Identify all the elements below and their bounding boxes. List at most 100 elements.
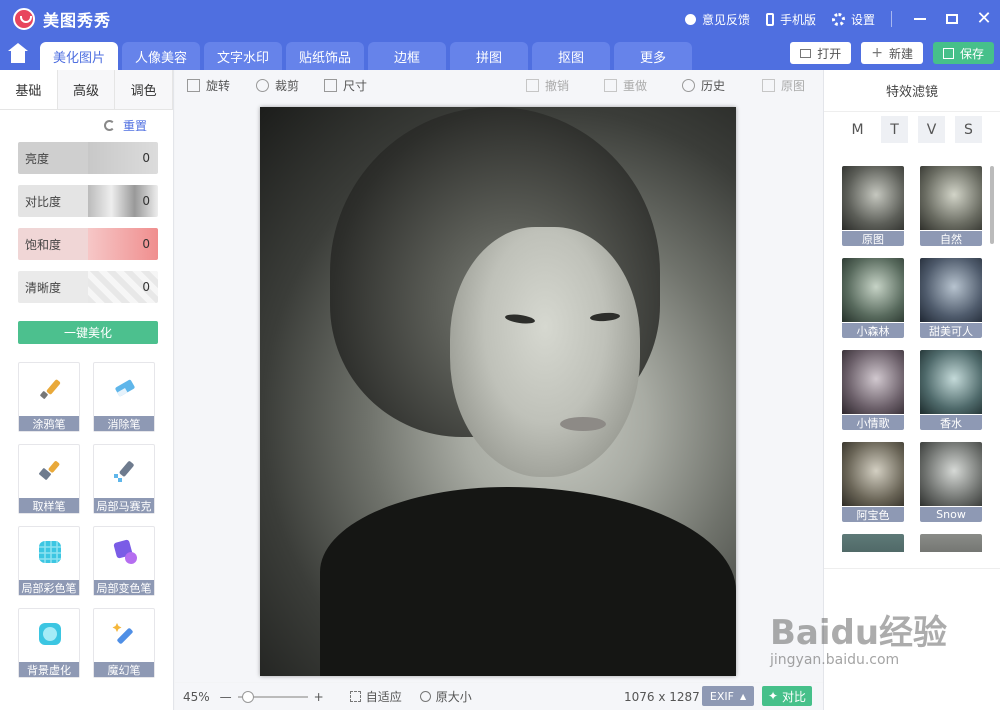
tab-more[interactable]: 更多: [614, 42, 692, 70]
eraser-pen-tool[interactable]: 消除笔: [93, 362, 155, 432]
settings-link[interactable]: 设置: [831, 11, 875, 28]
undo-button[interactable]: 撤销: [526, 77, 569, 94]
subtab-advanced[interactable]: 高级: [57, 70, 116, 109]
mobile-label: 手机版: [779, 12, 816, 27]
portrait-photo[interactable]: [260, 107, 736, 676]
brush-icon: [40, 379, 61, 399]
baidu-watermark: Baidu经验: [770, 613, 948, 653]
contrast-slider[interactable]: 对比度 0: [18, 185, 158, 217]
tab-frame[interactable]: 边框: [368, 42, 446, 70]
tab-portrait[interactable]: 人像美容: [122, 42, 200, 70]
sharpness-slider[interactable]: 清晰度 0: [18, 271, 158, 303]
zoom-in-button[interactable]: +: [314, 690, 324, 704]
slider-label: 饱和度: [18, 228, 88, 260]
doodle-pen-tool[interactable]: 涂鸦笔: [18, 362, 80, 432]
fit-label: 自适应: [365, 690, 402, 704]
local-mosaic-tool[interactable]: 局部马赛克: [93, 444, 155, 514]
zoom-out-button[interactable]: —: [220, 690, 232, 704]
filter-label: 小情歌: [842, 415, 904, 430]
home-button[interactable]: [0, 38, 36, 70]
close-button[interactable]: ✕: [968, 0, 1000, 38]
magnifier-icon: [419, 691, 431, 702]
filter-category-t[interactable]: T: [881, 116, 908, 143]
edit-toolbar: 旋转 裁剪 尺寸 撤销 重做 历史 原图: [175, 70, 823, 100]
home-icon: [8, 42, 28, 63]
resize-button[interactable]: 尺寸: [324, 77, 367, 94]
tab-text-watermark[interactable]: 文字水印: [204, 42, 282, 70]
original-button[interactable]: 原图: [762, 77, 805, 94]
sub-tab-bar: 基础 高级 调色: [0, 70, 174, 110]
gear-icon: [831, 12, 845, 26]
image-canvas[interactable]: [175, 100, 823, 682]
tab-collage[interactable]: 拼图: [450, 42, 528, 70]
open-label: 打开: [817, 46, 842, 61]
filter-list-scrollbar[interactable]: [990, 166, 994, 244]
compare-button[interactable]: ✦ 对比: [762, 686, 812, 706]
background-blur-tool[interactable]: 背景虚化: [18, 608, 80, 678]
saturation-slider[interactable]: 饱和度 0: [18, 228, 158, 260]
save-label: 保存: [959, 46, 984, 61]
filter-thumbnail: [842, 350, 904, 414]
color-block-icon: [39, 541, 61, 563]
tool-label: 取样笔: [19, 498, 79, 513]
sample-pen-tool[interactable]: 取样笔: [18, 444, 80, 514]
actual-size-button[interactable]: 原大小: [419, 688, 472, 705]
zoom-slider[interactable]: [237, 690, 308, 703]
filter-item[interactable]: 自然: [920, 166, 982, 246]
new-button[interactable]: + 新建: [861, 42, 923, 64]
zoom-slider-handle[interactable]: [241, 690, 254, 703]
filter-category-v[interactable]: V: [918, 116, 945, 143]
filter-item[interactable]: 小森林: [842, 258, 904, 338]
tab-beautify[interactable]: 美化图片: [40, 42, 118, 70]
local-color-pen-tool[interactable]: 局部彩色笔: [18, 526, 80, 596]
tab-stickers[interactable]: 贴纸饰品: [286, 42, 364, 70]
subtab-basic[interactable]: 基础: [0, 70, 58, 109]
mosaic-pen-icon: [114, 461, 134, 482]
filter-item[interactable]: 甜美可人: [920, 258, 982, 338]
slider-value: 0: [88, 228, 158, 260]
resize-icon: [324, 79, 337, 92]
history-button[interactable]: 历史: [682, 77, 725, 94]
main-tab-bar: 美化图片 人像美容 文字水印 贴纸饰品 边框 拼图 抠图 更多 打开 + 新建 保…: [0, 38, 1000, 70]
filter-item[interactable]: 阿宝色: [842, 442, 904, 522]
reset-button[interactable]: 重置: [103, 117, 147, 134]
save-button[interactable]: 保存: [932, 42, 994, 64]
filter-category-m[interactable]: M: [844, 116, 871, 143]
filter-item[interactable]: 小情歌: [842, 350, 904, 430]
photo-body: [320, 487, 736, 676]
maximize-button[interactable]: [936, 0, 968, 38]
subtab-color[interactable]: 调色: [115, 70, 174, 109]
redo-arrow-icon: [604, 79, 617, 92]
filter-item[interactable]: Snow: [920, 442, 982, 522]
feedback-label: 意见反馈: [701, 12, 750, 27]
filter-category-s[interactable]: S: [955, 116, 982, 143]
rotate-button[interactable]: 旋转: [187, 77, 230, 94]
settings-label: 设置: [850, 12, 875, 27]
undo-arrow-icon: [526, 79, 539, 92]
open-button[interactable]: 打开: [790, 42, 852, 64]
local-recolor-pen-tool[interactable]: 局部变色笔: [93, 526, 155, 596]
tab-cutout[interactable]: 抠图: [532, 42, 610, 70]
filter-item[interactable]: [842, 534, 904, 552]
magic-pen-tool[interactable]: 魔幻笔: [93, 608, 155, 678]
filter-label: 甜美可人: [920, 323, 982, 338]
fit-button[interactable]: 自适应: [349, 688, 402, 705]
tool-label: 局部马赛克: [94, 498, 154, 513]
mobile-link[interactable]: 手机版: [765, 11, 816, 28]
exif-button[interactable]: EXIF ▲: [702, 686, 754, 706]
one-key-beautify-button[interactable]: 一键美化: [18, 321, 158, 344]
redo-button[interactable]: 重做: [604, 77, 647, 94]
feedback-link[interactable]: 意见反馈: [684, 11, 750, 28]
tool-label: 消除笔: [94, 416, 154, 431]
eraser-icon: [115, 379, 135, 397]
crop-button[interactable]: 裁剪: [256, 77, 299, 94]
image-icon: [762, 79, 775, 92]
minimize-button[interactable]: [904, 0, 936, 38]
filter-item[interactable]: [920, 534, 982, 552]
filter-thumbnail: [842, 534, 904, 552]
filter-thumbnail: [842, 166, 904, 230]
brightness-slider[interactable]: 亮度 0: [18, 142, 158, 174]
filter-item[interactable]: 香水: [920, 350, 982, 430]
filter-item[interactable]: 原图: [842, 166, 904, 246]
filter-label: 阿宝色: [842, 507, 904, 522]
